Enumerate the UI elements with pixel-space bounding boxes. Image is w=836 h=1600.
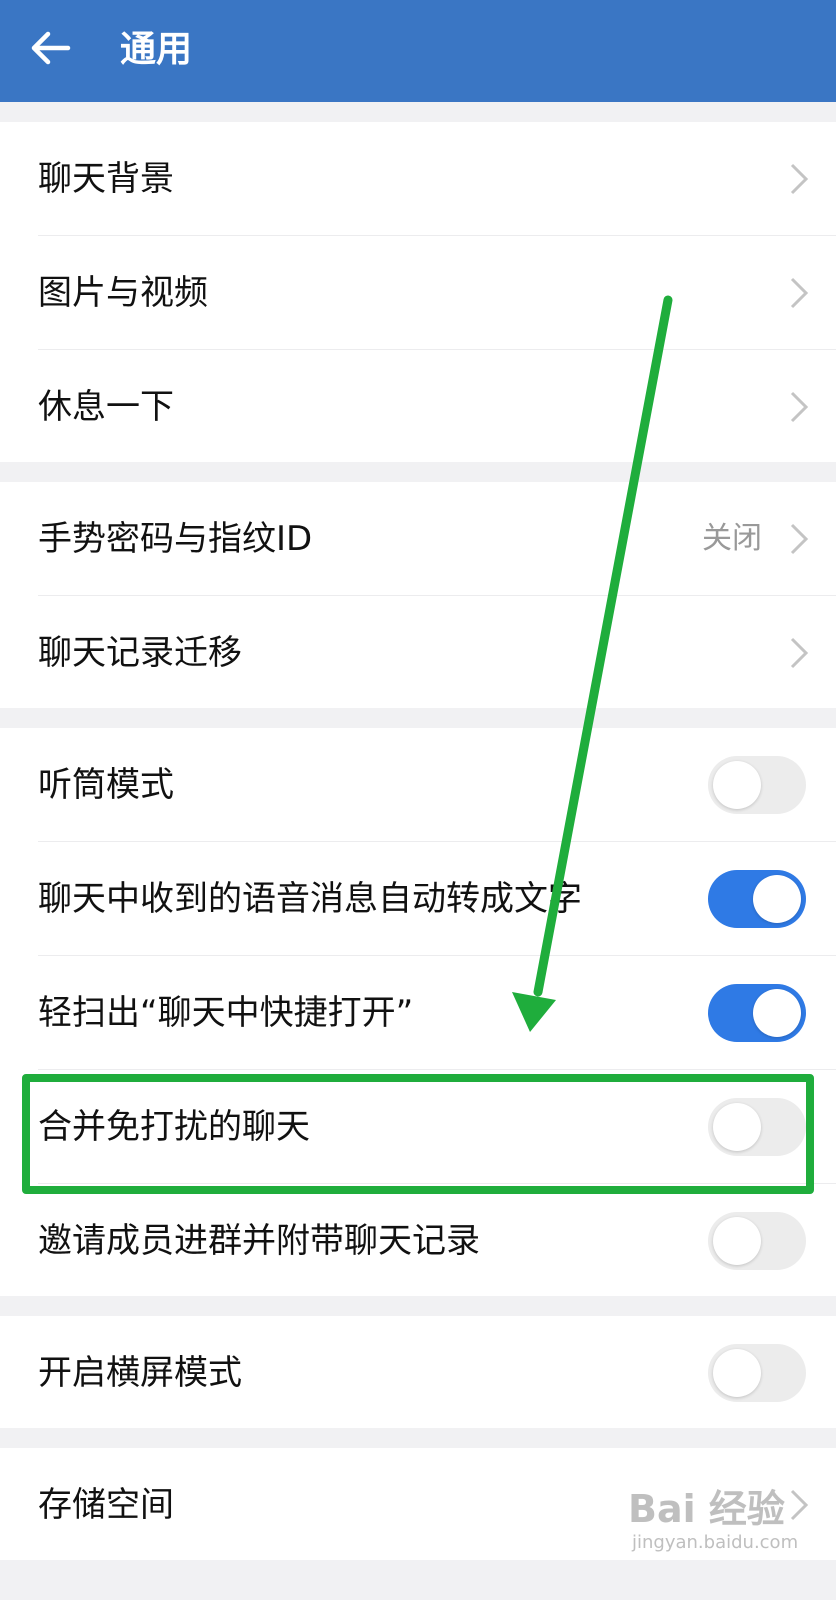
toggle-knob xyxy=(753,875,801,923)
setting-photos-videos[interactable]: 图片与视频 xyxy=(0,236,836,350)
setting-label: 合并免打扰的聊天 xyxy=(38,1107,310,1147)
setting-earpiece-mode: 听筒模式 xyxy=(0,728,836,842)
setting-label: 手势密码与指纹ID xyxy=(38,519,313,559)
watermark-logo: Bai 经验 xyxy=(628,1487,785,1531)
toggle-knob xyxy=(713,1217,761,1265)
toggle-switch[interactable] xyxy=(708,870,806,928)
baidu-watermark: Bai 经验 jingyan.baidu.com xyxy=(628,1478,828,1558)
back-arrow-icon[interactable] xyxy=(28,26,72,70)
setting-label: 开启横屏模式 xyxy=(38,1353,242,1393)
chevron-right-icon xyxy=(790,277,809,309)
toggle-knob xyxy=(713,1349,761,1397)
setting-value: 关闭 xyxy=(702,521,762,556)
setting-label: 图片与视频 xyxy=(38,273,208,313)
toggle-knob xyxy=(713,761,761,809)
setting-label: 邀请成员进群并附带聊天记录 xyxy=(38,1221,480,1261)
header-bar: 通用 xyxy=(0,0,836,102)
setting-merge-muted-chats: 合并免打扰的聊天 xyxy=(0,1070,836,1184)
watermark-url: jingyan.baidu.com xyxy=(632,1532,799,1553)
toggle-switch[interactable] xyxy=(708,1344,806,1402)
setting-invite-with-history: 邀请成员进群并附带聊天记录 xyxy=(0,1184,836,1296)
setting-label: 听筒模式 xyxy=(38,765,174,805)
toggle-knob xyxy=(753,989,801,1037)
toggle-knob xyxy=(713,1103,761,1151)
setting-gesture-password-fingerprint[interactable]: 手势密码与指纹ID 关闭 xyxy=(0,482,836,596)
setting-label: 聊天中收到的语音消息自动转成文字 xyxy=(38,879,582,919)
toggle-switch[interactable] xyxy=(708,984,806,1042)
setting-landscape-mode: 开启横屏模式 xyxy=(0,1316,836,1428)
setting-label: 聊天记录迁移 xyxy=(38,633,242,673)
toggle-switch[interactable] xyxy=(708,756,806,814)
chevron-right-icon xyxy=(790,391,809,423)
settings-group-1: 聊天背景 图片与视频 休息一下 xyxy=(0,122,836,462)
setting-voice-to-text: 聊天中收到的语音消息自动转成文字 xyxy=(0,842,836,956)
setting-label: 聊天背景 xyxy=(38,159,174,199)
settings-group-2: 手势密码与指纹ID 关闭 聊天记录迁移 xyxy=(0,482,836,708)
setting-chat-background[interactable]: 聊天背景 xyxy=(0,122,836,236)
settings-group-3: 听筒模式 聊天中收到的语音消息自动转成文字 轻扫出“聊天中快捷打开” 合并免打扰… xyxy=(0,728,836,1296)
chevron-right-icon xyxy=(790,163,809,195)
settings-group-4: 开启横屏模式 xyxy=(0,1316,836,1428)
setting-take-a-break[interactable]: 休息一下 xyxy=(0,350,836,462)
setting-chat-history-migration[interactable]: 聊天记录迁移 xyxy=(0,596,836,708)
setting-label: 存储空间 xyxy=(38,1485,174,1525)
setting-label: 休息一下 xyxy=(38,387,174,427)
setting-label: 轻扫出“聊天中快捷打开” xyxy=(38,993,414,1033)
page-title: 通用 xyxy=(120,29,193,70)
chevron-right-icon xyxy=(790,523,809,555)
toggle-switch[interactable] xyxy=(708,1212,806,1270)
chevron-right-icon xyxy=(790,637,809,669)
setting-swipe-quick-open: 轻扫出“聊天中快捷打开” xyxy=(0,956,836,1070)
toggle-switch[interactable] xyxy=(708,1098,806,1156)
